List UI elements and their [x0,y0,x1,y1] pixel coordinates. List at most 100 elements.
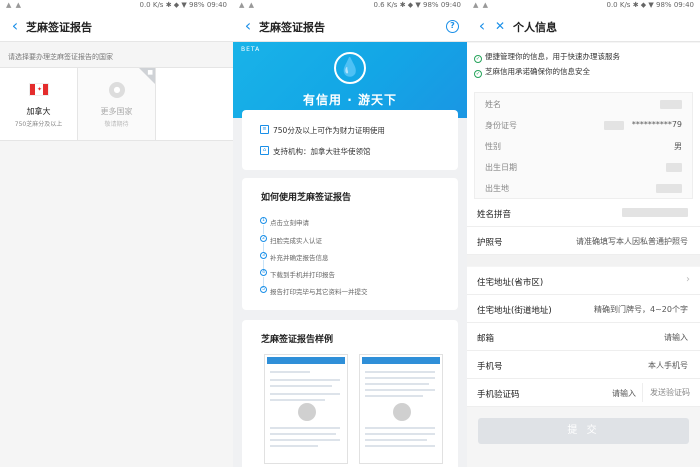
sample-report-thumbnail[interactable] [359,354,443,464]
country-card-more[interactable]: ■ ● 更多国家 敬请期待 [78,68,156,140]
section-divider [467,255,700,266]
page-title: 芝麻签证报告 [259,21,325,34]
step-connector [263,243,264,252]
info-row-gender: 性别 男 [485,142,682,151]
masked-value [660,100,682,109]
masked-value [666,163,682,172]
hero-banner: BETA 💧 有信用 · 游天下 [233,42,467,118]
net-speed: 0.0 K/s [606,1,631,9]
how-to-card: 如何使用芝麻签证报告 1 点击立刻申请 2 扫脸完成实人认证 3 补充并确定报告信息 … [242,178,458,310]
step-number-icon: 3 [260,252,267,259]
beta-badge: BETA [241,46,261,53]
identity-info-box: 姓名 身份证号 **********79 性别 男 出生日期 出生地 [474,92,693,199]
identity-section: 姓名 身份证号 **********79 性别 男 出生日期 出生地 [467,87,700,204]
select-country-prompt: 请选择要办理芝麻签证报告的国家 [8,53,113,61]
passport-number-field[interactable]: 护照号 请准确填写本人因私普通护照号 [467,227,700,255]
nav-bar: ‹ 芝麻签证报告 ? [233,12,467,42]
submit-button[interactable]: 提 交 [478,418,689,444]
back-arrow-icon[interactable]: ‹ [239,16,257,36]
status-bar: ▲ ▲ 0.0 K/s ✱ ◆ ▼ 98% 09:40 [467,0,700,12]
step-number-icon: 1 [260,217,267,224]
email-field[interactable]: 邮箱 请输入 [467,323,700,351]
clock: 09:40 [440,1,461,9]
net-speed: 0.6 K/s [373,1,398,9]
country-name: 更多国家 [100,107,133,116]
country-name: 加拿大 [26,107,51,116]
notification-icons: ▲ ▲ [6,1,22,9]
zoom-icon [298,403,316,421]
close-icon[interactable]: ✕ [491,16,509,36]
status-bar: ▲ ▲ 0.0 K/s ✱ ◆ ▼ 98% 09:40 [0,0,233,12]
info-row-name: 姓名 [485,95,686,113]
masked-value [622,208,688,217]
step-item: 2 扫脸完成实人认证 [260,235,322,245]
report-intro-screen: ▲ ▲ 0.6 K/s ✱ ◆ ▼ 98% 09:40 ‹ 芝麻签证报告 ? B… [233,0,467,467]
signal-icon: ✱ ◆ ▼ [399,1,421,9]
country-requirement: 750芝麻分及以上 [14,121,63,128]
pinyin-name-row[interactable]: 姓名拼音 [467,199,700,227]
phone-field[interactable]: 手机号 本人手机号 [467,351,700,379]
battery-level: 98% [189,1,205,9]
info-row-birthdate: 出生日期 [485,158,686,176]
battery-level: 98% [656,1,672,9]
info-row-birthplace: 出生地 [485,179,686,197]
step-connector [263,260,264,269]
lock-icon: ■ [147,69,153,76]
step-item: 5 报告打印完毕与其它资料一并提交 [260,286,368,296]
clock: 09:40 [673,1,694,9]
assurance-line: ✓ 芝麻信用承诺确保你的信息安全 [474,67,590,78]
step-number-icon: 4 [260,269,267,276]
step-item: 1 点击立刻申请 [260,217,309,227]
assurance-line: ✓ 便捷管理你的信息，用于快速办理该服务 [474,52,620,63]
country-grid: ✦ 加拿大 750芝麻分及以上 ■ ● 更多国家 敬请期待 [0,67,233,141]
step-connector [263,225,264,234]
sample-report-thumbnail[interactable] [264,354,348,464]
info-row-id: 身份证号 **********79 [485,120,682,130]
step-number-icon: 5 [260,286,267,293]
sesame-logo-icon: 💧 [334,52,366,84]
chevron-right-icon: › [686,274,690,285]
back-arrow-icon[interactable]: ‹ [473,16,491,36]
hero-slogan: 有信用 · 游天下 [303,93,397,107]
signal-icon: ✱ ◆ ▼ [632,1,654,9]
verification-code-field[interactable]: 手机验证码 请输入 发送验证码 [467,379,700,407]
step-connector [263,277,264,286]
battery-level: 98% [423,1,439,9]
notification-icons: ▲ ▲ [239,1,255,9]
check-circle-icon: ✓ [474,55,482,63]
net-speed: 0.0 K/s [139,1,164,9]
address-region-picker[interactable]: 住宅地址(省市区) › [467,267,700,295]
nav-bar: ‹ ✕ 个人信息 [467,12,700,42]
send-code-button[interactable]: 发送验证码 [642,383,690,402]
zoom-icon [393,403,411,421]
how-to-title: 如何使用芝麻签证报告 [261,193,352,203]
sample-title: 芝麻签证报告样例 [261,335,334,345]
sample-card: 芝麻签证报告样例 [242,320,458,467]
page-title: 芝麻签证报告 [26,21,92,34]
step-item: 3 补充并确定报告信息 [260,252,329,262]
masked-value [604,121,624,130]
help-icon[interactable]: ? [446,20,459,33]
assurance-block: ✓ 便捷管理你的信息，用于快速办理该服务 ✓ 芝麻信用承诺确保你的信息安全 [467,43,700,87]
country-select-screen: ▲ ▲ 0.0 K/s ✱ ◆ ▼ 98% 09:40 ‹ 芝麻签证报告 请选择… [0,0,233,467]
street-address-field[interactable]: 住宅地址(街道地址) 精确到门牌号，4~20个字 [467,295,700,323]
globe-icon: ● [109,82,125,98]
page-title: 个人信息 [513,21,557,34]
clock: 09:40 [206,1,227,9]
country-card-canada[interactable]: ✦ 加拿大 750芝麻分及以上 [0,68,78,140]
shield-check-icon: ✓ [474,70,482,78]
signal-icon: ✱ ◆ ▼ [165,1,187,9]
back-arrow-icon[interactable]: ‹ [6,16,24,36]
country-status: 敬请期待 [104,121,129,128]
step-number-icon: 2 [260,235,267,242]
notification-icons: ▲ ▲ [473,1,489,9]
nav-bar: ‹ 芝麻签证报告 [0,12,233,42]
status-bar: ▲ ▲ 0.6 K/s ✱ ◆ ▼ 98% 09:40 [233,0,467,12]
personal-info-screen: ▲ ▲ 0.0 K/s ✱ ◆ ▼ 98% 09:40 ‹ ✕ 个人信息 ✓ 便捷… [467,0,700,467]
masked-value [656,184,682,193]
institution-icon: ⌂ [260,146,269,155]
step-item: 4 下载到手机并打印报告 [260,269,335,279]
features-card: ≡ 750分及以上可作为财力证明使用 ⌂ 支持机构：加拿大驻华使领馆 [242,110,458,170]
document-icon: ≡ [260,125,269,134]
canada-flag-icon: ✦ [29,83,49,96]
